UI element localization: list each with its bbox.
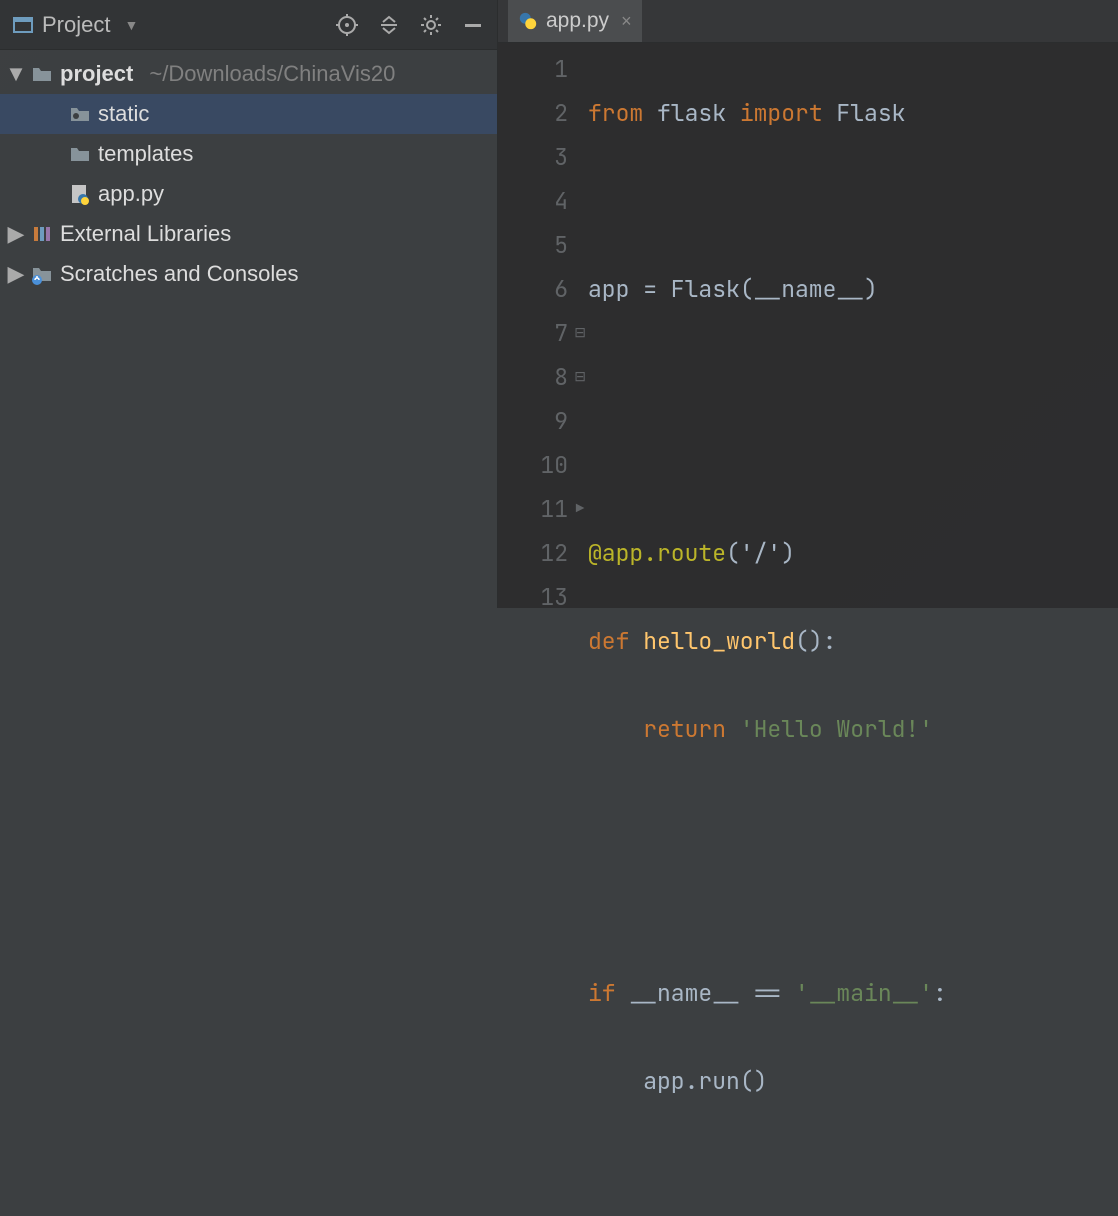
- line-number: 4: [498, 179, 568, 223]
- chevron-right-icon: ▶: [8, 266, 24, 282]
- tree-item-templates[interactable]: templates: [0, 134, 497, 174]
- expand-all-icon[interactable]: [377, 13, 401, 37]
- project-label: Project: [42, 12, 110, 38]
- editor-pane: app.py × 1 2 3 4 5 6 7 8 9 10 11 12 13 ⊟…: [498, 0, 1118, 608]
- project-icon: [12, 14, 34, 36]
- line-number: 13: [498, 575, 568, 619]
- chevron-right-icon: ▶: [8, 226, 24, 242]
- fold-icon[interactable]: ⊟: [574, 311, 586, 355]
- line-number: 1: [498, 47, 568, 91]
- code-editor[interactable]: 1 2 3 4 5 6 7 8 9 10 11 12 13 ⊟ ⊟ ▶ from…: [498, 43, 1118, 1216]
- line-number: 6: [498, 267, 568, 311]
- run-gutter-icon[interactable]: ▶: [574, 487, 586, 531]
- project-tool-window: Project ▼ ▼ project ~/Downloads/Ch: [0, 0, 498, 608]
- folder-icon: [68, 142, 92, 166]
- editor-tab-bar: app.py ×: [498, 0, 1118, 43]
- scratches-icon: [30, 262, 54, 286]
- tab-filename: app.py: [546, 9, 609, 33]
- tree-item-label: app.py: [98, 181, 164, 207]
- gear-icon[interactable]: [419, 13, 443, 37]
- line-number: 3: [498, 135, 568, 179]
- folder-marked-icon: [68, 102, 92, 126]
- line-number-gutter: 1 2 3 4 5 6 7 8 9 10 11 12 13 ⊟ ⊟ ▶: [498, 43, 588, 1216]
- project-header: Project ▼: [0, 0, 497, 50]
- project-view-selector[interactable]: Project ▼: [12, 12, 138, 38]
- line-number: 2: [498, 91, 568, 135]
- line-number: 12: [498, 531, 568, 575]
- tree-root-project[interactable]: ▼ project ~/Downloads/ChinaVis20: [0, 54, 497, 94]
- tree-external-libraries[interactable]: ▶ External Libraries: [0, 214, 497, 254]
- python-file-icon: [518, 11, 538, 31]
- line-number: 5: [498, 223, 568, 267]
- line-number: 10: [498, 443, 568, 487]
- tree-item-label: External Libraries: [60, 221, 231, 247]
- fold-end-icon[interactable]: ⊟: [574, 355, 586, 399]
- editor-tab-app-py[interactable]: app.py ×: [508, 0, 642, 42]
- tree-item-app-py[interactable]: app.py: [0, 174, 497, 214]
- code-content[interactable]: from flask import Flask app = Flask(__na…: [588, 43, 1118, 1216]
- tree-item-static[interactable]: static: [0, 94, 497, 134]
- python-file-icon: [68, 182, 92, 206]
- project-path: ~/Downloads/ChinaVis20: [149, 61, 395, 87]
- tree-item-label: Scratches and Consoles: [60, 261, 298, 287]
- line-number: 11: [498, 487, 568, 531]
- libraries-icon: [30, 222, 54, 246]
- folder-icon: [30, 62, 54, 86]
- close-icon[interactable]: ×: [621, 11, 632, 32]
- project-tree: ▼ project ~/Downloads/ChinaVis20 static …: [0, 50, 497, 298]
- locate-icon[interactable]: [335, 13, 359, 37]
- chevron-down-icon: ▼: [8, 66, 24, 82]
- line-number: 8: [498, 355, 568, 399]
- hide-icon[interactable]: [461, 13, 485, 37]
- tree-item-label: templates: [98, 141, 193, 167]
- tree-scratches[interactable]: ▶ Scratches and Consoles: [0, 254, 497, 294]
- tree-item-label: static: [98, 101, 149, 127]
- line-number: 7: [498, 311, 568, 355]
- line-number: 9: [498, 399, 568, 443]
- project-name: project: [60, 61, 133, 87]
- chevron-down-icon: ▼: [124, 17, 138, 33]
